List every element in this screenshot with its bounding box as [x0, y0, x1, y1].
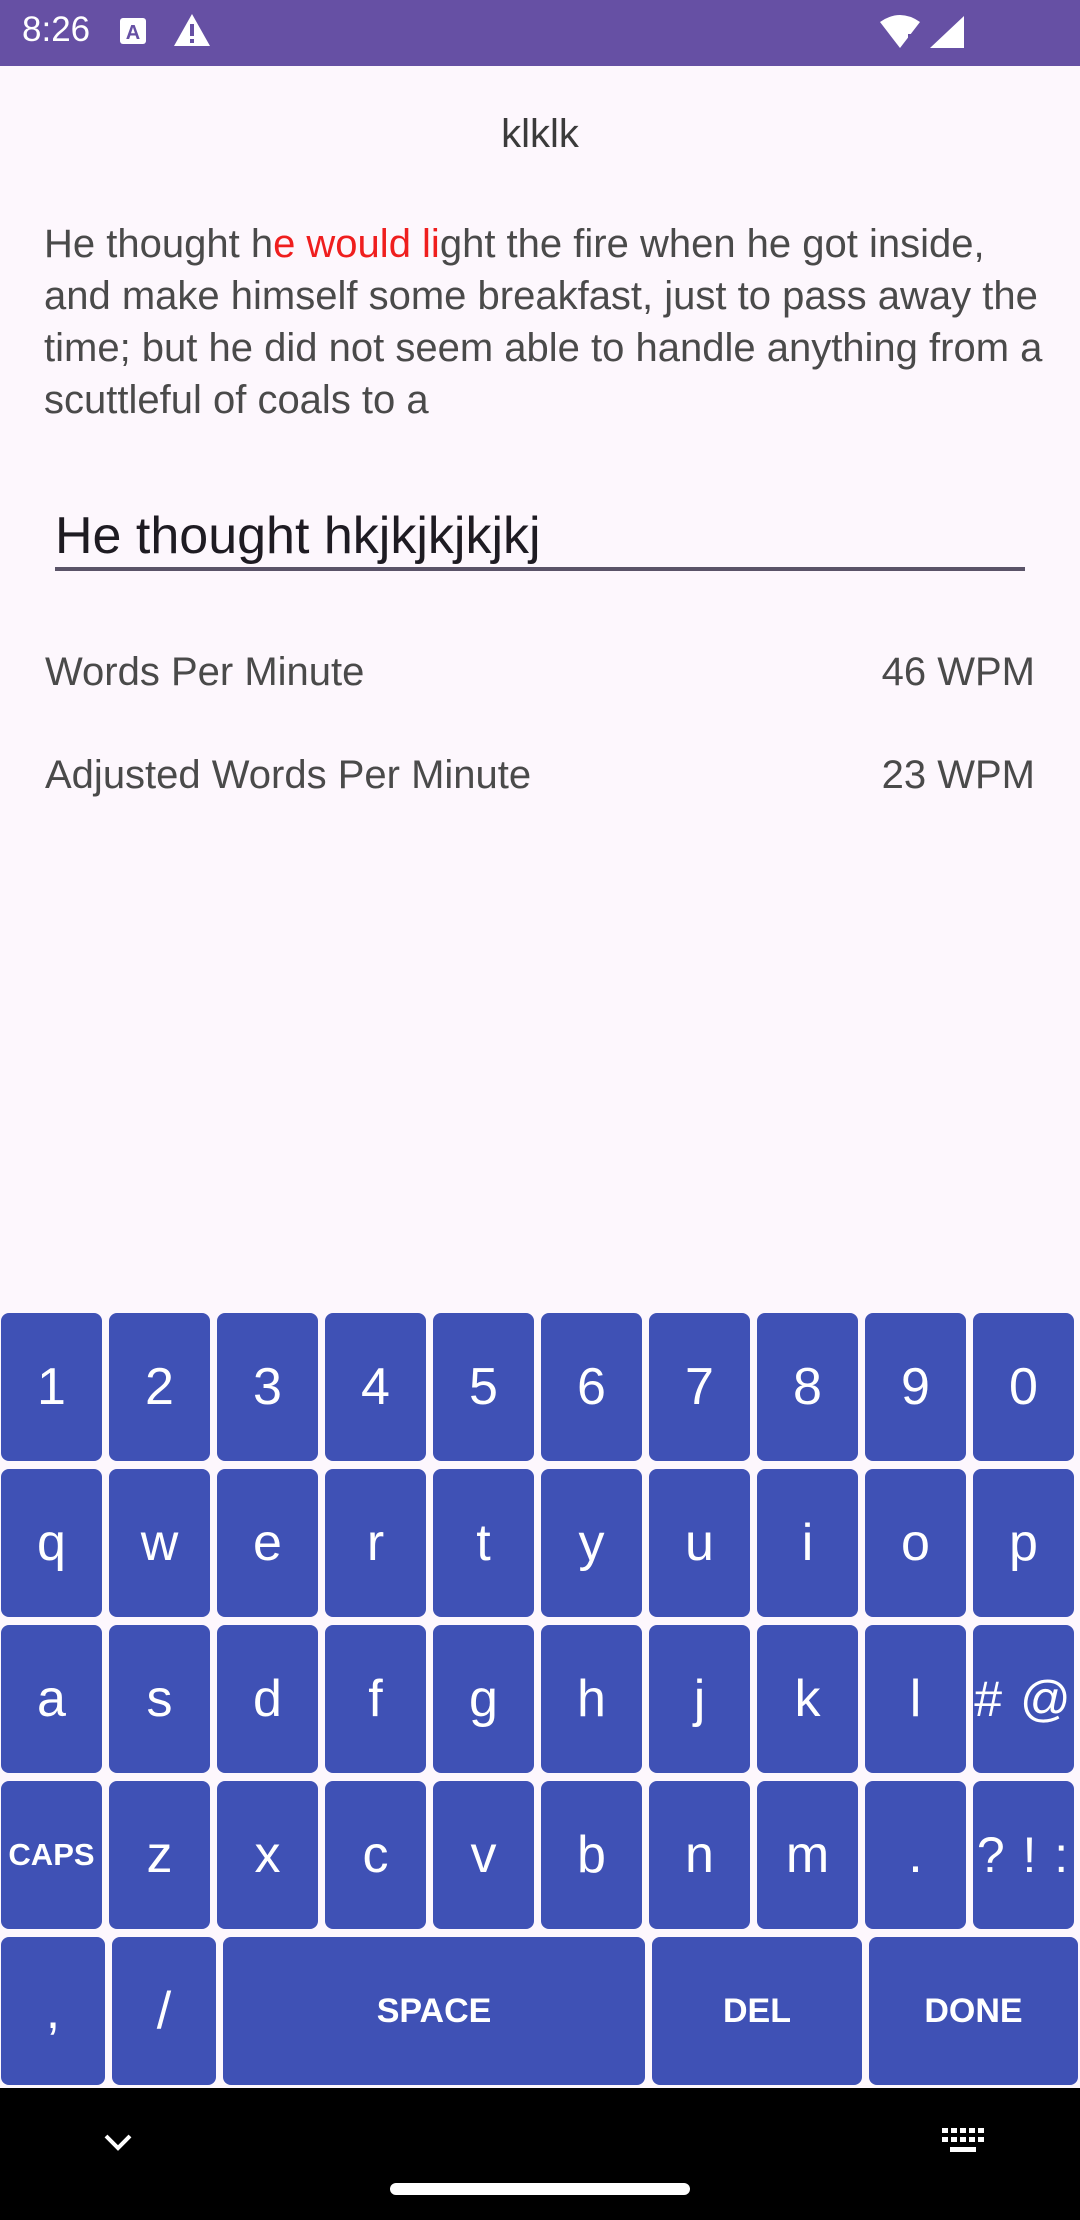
key-symbols-punct[interactable]: ? ! :: [973, 1781, 1074, 1929]
key-p[interactable]: p: [973, 1469, 1074, 1617]
key-g[interactable]: g: [433, 1625, 534, 1773]
key-3[interactable]: 3: [217, 1313, 318, 1461]
key-x[interactable]: x: [217, 1781, 318, 1929]
page-title: klklk: [501, 112, 579, 156]
a-icon: A: [118, 14, 148, 53]
stat-label: Adjusted Words Per Minute: [45, 753, 532, 797]
key-v[interactable]: v: [433, 1781, 534, 1929]
passage-correct-text: He thought h: [44, 222, 274, 266]
warning-icon: [172, 12, 212, 53]
key-4[interactable]: 4: [325, 1313, 426, 1461]
navigation-bar: [0, 2088, 1080, 2220]
passage-error-text: e would li: [273, 222, 440, 266]
stat-value: 46 WPM: [881, 650, 1035, 694]
key-r[interactable]: r: [325, 1469, 426, 1617]
key-o[interactable]: o: [865, 1469, 966, 1617]
stat-label: Words Per Minute: [45, 650, 365, 694]
wifi-icon: [878, 14, 922, 55]
svg-text:A: A: [126, 22, 140, 44]
key-j[interactable]: j: [649, 1625, 750, 1773]
key-t[interactable]: t: [433, 1469, 534, 1617]
key-symbols-hash-at[interactable]: # @: [973, 1625, 1074, 1773]
chevron-down-icon[interactable]: [100, 2128, 136, 2163]
key-5[interactable]: 5: [433, 1313, 534, 1461]
key-slash[interactable]: /: [112, 1937, 216, 2085]
key-8[interactable]: 8: [757, 1313, 858, 1461]
on-screen-keyboard: 1 2 3 4 5 6 7 8 9 0 q w e r t y u i o p …: [0, 1310, 1080, 2090]
key-n[interactable]: n: [649, 1781, 750, 1929]
passage-text: He thought he would light the fire when …: [44, 218, 1044, 426]
key-k[interactable]: k: [757, 1625, 858, 1773]
key-y[interactable]: y: [541, 1469, 642, 1617]
signal-icon: [926, 14, 966, 55]
status-bar: 8:26 A: [0, 0, 1080, 66]
key-c[interactable]: c: [325, 1781, 426, 1929]
key-done[interactable]: DONE: [869, 1937, 1078, 2085]
key-u[interactable]: u: [649, 1469, 750, 1617]
home-handle[interactable]: [390, 2183, 690, 2195]
stat-row-wpm: Words Per Minute 46 WPM: [45, 650, 1035, 710]
key-f[interactable]: f: [325, 1625, 426, 1773]
status-time: 8:26: [22, 10, 91, 49]
key-d[interactable]: d: [217, 1625, 318, 1773]
key-z[interactable]: z: [109, 1781, 210, 1929]
key-l[interactable]: l: [865, 1625, 966, 1773]
key-a[interactable]: a: [1, 1625, 102, 1773]
key-comma[interactable]: ,: [1, 1937, 105, 2085]
key-2[interactable]: 2: [109, 1313, 210, 1461]
key-period[interactable]: .: [865, 1781, 966, 1929]
key-e[interactable]: e: [217, 1469, 318, 1617]
key-7[interactable]: 7: [649, 1313, 750, 1461]
typing-input[interactable]: [55, 505, 1025, 571]
stat-value: 23 WPM: [881, 753, 1035, 797]
key-space[interactable]: SPACE: [223, 1937, 645, 2085]
key-m[interactable]: m: [757, 1781, 858, 1929]
keyboard-icon[interactable]: [938, 2122, 988, 2167]
key-caps[interactable]: CAPS: [1, 1781, 102, 1929]
key-b[interactable]: b: [541, 1781, 642, 1929]
key-9[interactable]: 9: [865, 1313, 966, 1461]
key-s[interactable]: s: [109, 1625, 210, 1773]
key-i[interactable]: i: [757, 1469, 858, 1617]
key-w[interactable]: w: [109, 1469, 210, 1617]
key-0[interactable]: 0: [973, 1313, 1074, 1461]
key-1[interactable]: 1: [1, 1313, 102, 1461]
key-h[interactable]: h: [541, 1625, 642, 1773]
key-q[interactable]: q: [1, 1469, 102, 1617]
key-6[interactable]: 6: [541, 1313, 642, 1461]
key-delete[interactable]: DEL: [652, 1937, 862, 2085]
stat-row-adjusted-wpm: Adjusted Words Per Minute 23 WPM: [45, 753, 1035, 813]
